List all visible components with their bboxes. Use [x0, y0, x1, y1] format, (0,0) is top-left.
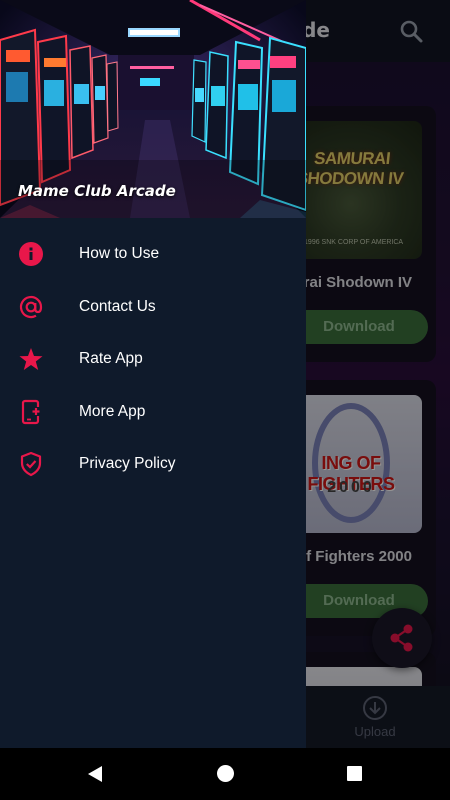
- menu-item-label: Rate App: [79, 350, 143, 367]
- back-icon[interactable]: [86, 765, 104, 783]
- star-icon: [19, 348, 43, 370]
- recents-icon[interactable]: [347, 766, 362, 781]
- system-navigation-bar: [0, 748, 450, 800]
- menu-item-how-to-use[interactable]: How to Use: [0, 228, 306, 281]
- info-icon: [19, 242, 43, 266]
- menu-item-label: How to Use: [79, 245, 160, 262]
- drawer-header: Mame Club Arcade: [0, 0, 306, 218]
- home-icon[interactable]: [217, 765, 234, 782]
- menu-item-privacy-policy[interactable]: Privacy Policy: [0, 438, 306, 491]
- drawer-title: Mame Club Arcade: [18, 182, 176, 200]
- phone-add-icon: [21, 399, 40, 424]
- menu-item-rate-app[interactable]: Rate App: [0, 333, 306, 386]
- shield-check-icon: [20, 451, 42, 477]
- menu-item-label: Privacy Policy: [79, 455, 176, 472]
- drawer-menu: How to Use Contact Us Rate App More App …: [0, 228, 306, 491]
- menu-item-label: More App: [79, 402, 146, 420]
- at-icon: [19, 295, 43, 318]
- navigation-drawer: Mame Club Arcade How to Use Contact Us R…: [0, 0, 306, 748]
- menu-item-label: Contact Us: [79, 297, 156, 315]
- menu-item-more-app[interactable]: More App: [0, 386, 306, 439]
- menu-item-contact-us[interactable]: Contact Us: [0, 281, 306, 334]
